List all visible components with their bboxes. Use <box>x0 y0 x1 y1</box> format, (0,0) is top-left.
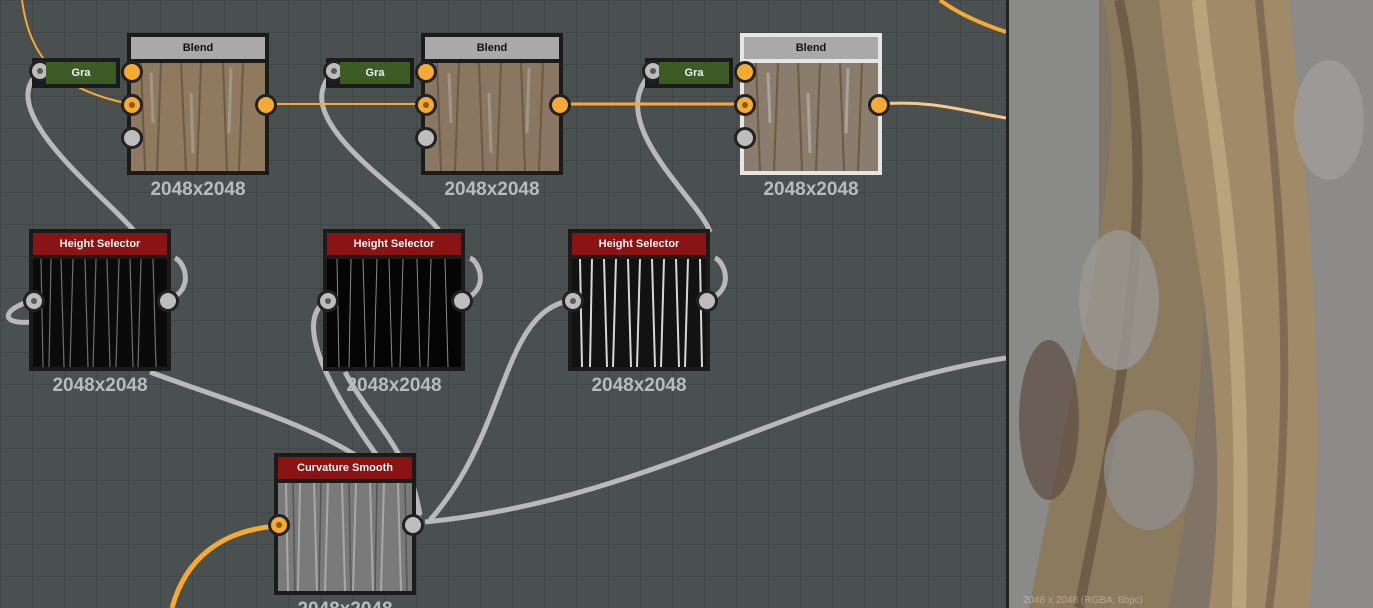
input-port[interactable] <box>317 290 339 312</box>
node-title: Height Selector <box>327 233 461 255</box>
2d-view-panel[interactable]: 2048 x 2048 (RGBA, 8bpc) <box>1006 0 1373 608</box>
resolution-label: 2048x2048 <box>591 375 687 396</box>
resolution-label: 2048x2048 <box>52 375 148 396</box>
mask-input-port[interactable] <box>734 127 756 149</box>
node-title: Blend <box>131 37 265 59</box>
input-port[interactable] <box>562 290 584 312</box>
output-port[interactable] <box>696 290 718 312</box>
node-title: Blend <box>744 37 878 59</box>
output-port[interactable] <box>402 514 424 536</box>
wire <box>21 0 131 105</box>
node-title: Gra <box>659 62 729 84</box>
image-info-label: 2048 x 2048 (RGBA, 8bpc) <box>1023 595 1144 606</box>
resolution-label: 2048x2048 <box>346 375 442 396</box>
background-input-port[interactable] <box>415 94 437 116</box>
wire <box>879 101 1006 120</box>
node-title: Height Selector <box>572 233 706 255</box>
gradient-map-node-2[interactable]: Gra <box>323 58 414 88</box>
node-title: Gra <box>340 62 410 84</box>
mask-input-port[interactable] <box>415 127 437 149</box>
resolution-label: 2048x2048 <box>150 179 246 200</box>
background-input-port[interactable] <box>121 94 143 116</box>
wire <box>635 70 713 233</box>
wire <box>424 355 1006 525</box>
node-thumbnail <box>278 483 412 591</box>
resolution-label: 2048x2048 <box>763 179 859 200</box>
foreground-input-port[interactable] <box>734 61 756 83</box>
gradient-map-node-3[interactable]: Gra <box>642 58 733 88</box>
background-input-port[interactable] <box>734 94 756 116</box>
node-thumbnail <box>131 63 265 171</box>
input-port[interactable] <box>23 290 45 312</box>
output-port[interactable] <box>549 94 571 116</box>
node-title: Curvature Smooth <box>278 457 412 479</box>
node-title: Blend <box>425 37 559 59</box>
wire <box>169 523 279 608</box>
output-port[interactable] <box>157 290 179 312</box>
node-graph-canvas[interactable]: Gra Gra Gra Blend 2048x2048 Blend 2048x2… <box>0 0 1006 608</box>
foreground-input-port[interactable] <box>415 61 437 83</box>
texture-preview <box>1009 0 1373 608</box>
input-port[interactable] <box>268 514 290 536</box>
resolution-label: 2048x2048 <box>444 179 540 200</box>
gradient-map-node-1[interactable]: Gra <box>29 58 120 88</box>
foreground-input-port[interactable] <box>121 61 143 83</box>
resolution-label: 2048x2048 <box>274 599 416 608</box>
node-title: Height Selector <box>33 233 167 255</box>
node-thumbnail <box>33 259 167 367</box>
node-thumbnail <box>425 63 559 171</box>
mask-input-port[interactable] <box>121 127 143 149</box>
node-thumbnail <box>327 259 461 367</box>
node-thumbnail <box>572 259 706 367</box>
node-title: Gra <box>46 62 116 84</box>
output-port[interactable] <box>255 94 277 116</box>
wire <box>25 70 137 234</box>
wire <box>938 0 1006 34</box>
output-port[interactable] <box>868 94 890 116</box>
node-thumbnail <box>744 63 878 171</box>
output-port[interactable] <box>451 290 473 312</box>
